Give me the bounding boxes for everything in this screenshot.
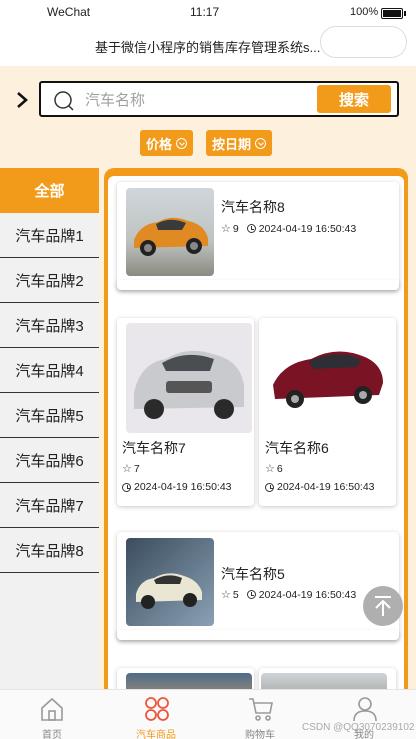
- product-stars: 6: [276, 462, 283, 475]
- search-row: 搜索: [0, 80, 416, 120]
- battery-percent: 100%: [350, 6, 379, 18]
- product-stars: 5: [232, 588, 239, 601]
- tab-cart[interactable]: 购物车: [208, 690, 312, 739]
- product-image: [126, 673, 252, 689]
- product-name: 汽车名称5: [221, 566, 285, 582]
- clock-icon: [246, 590, 256, 599]
- product-date: 2024-04-19 16:50:43: [258, 588, 357, 601]
- product-date-row: 2024-04-19 16:50:43: [122, 481, 232, 493]
- product-date: 2024-04-19 16:50:43: [134, 481, 232, 493]
- search-box: 搜索: [39, 81, 399, 117]
- clock-icon: [246, 224, 256, 233]
- product-stars-row: ☆ 6: [265, 462, 283, 476]
- tab-cart-label: 购物车: [245, 730, 275, 739]
- product-image: [126, 323, 252, 433]
- product-meta: ☆ 5 2024-04-19 16:50:43: [221, 588, 357, 602]
- products-icon: [145, 697, 169, 721]
- sidebar-item-brand2[interactable]: 汽车品牌2: [0, 258, 99, 303]
- star-icon: ☆: [265, 463, 275, 475]
- chevron-down-icon: [176, 137, 188, 149]
- back-to-top-button[interactable]: [363, 586, 403, 626]
- product-date: 2024-04-19 16:50:43: [277, 481, 375, 493]
- search-input[interactable]: [85, 89, 305, 111]
- product-stars: 9: [232, 222, 239, 235]
- carrier-label: WeChat: [47, 5, 91, 19]
- product-date: 2024-04-19 16:50:43: [258, 222, 357, 235]
- nav-bar: 基于微信小程序的销售库存管理系统s...: [0, 26, 416, 66]
- product-image: [261, 673, 387, 689]
- product-image: [261, 323, 387, 433]
- sidebar-item-brand6[interactable]: 汽车品牌6: [0, 438, 99, 483]
- sidebar-item-brand4[interactable]: 汽车品牌4: [0, 348, 99, 393]
- product-list: 汽车名称8 ☆ 9 2024-04-19 16:50:43 汽车名称7 ☆ 7 …: [108, 176, 404, 689]
- user-icon: [353, 697, 377, 722]
- product-stars: 7: [133, 462, 140, 475]
- page-title: 基于微信小程序的销售库存管理系统s...: [95, 40, 321, 55]
- watermark: CSDN @QQ3070239102: [302, 722, 415, 733]
- chevron-down-icon: [255, 137, 267, 149]
- star-icon: ☆: [221, 589, 231, 601]
- sort-date-label: 按日期: [212, 136, 252, 152]
- status-bar: WeChat 11:17 100%: [0, 0, 416, 26]
- product-name: 汽车名称6: [265, 440, 329, 456]
- sidebar-item-brand1[interactable]: 汽车品牌1: [0, 213, 99, 258]
- main-area: 搜索 价格 按日期 全部 汽车品牌1 汽车品牌2 汽车品牌3 汽车品牌4 汽车品…: [0, 66, 416, 689]
- sidebar-item-brand5[interactable]: 汽车品牌5: [0, 393, 99, 438]
- product-card[interactable]: 汽车名称6 ☆ 6 2024-04-19 16:50:43: [259, 318, 396, 506]
- product-name: 汽车名称8: [221, 199, 285, 215]
- tab-products-label: 汽车商品: [136, 730, 176, 739]
- tab-products[interactable]: 汽车商品: [104, 690, 208, 739]
- clock-icon: [122, 482, 131, 492]
- product-card[interactable]: [259, 668, 396, 689]
- card-footer: [117, 280, 399, 290]
- product-card[interactable]: 汽车名称7 ☆ 7 2024-04-19 16:50:43: [117, 318, 254, 506]
- sort-price-label: 价格: [146, 136, 173, 152]
- product-date-row: 2024-04-19 16:50:43: [265, 481, 375, 493]
- clock: 11:17: [190, 5, 220, 19]
- search-button[interactable]: 搜索: [317, 85, 391, 113]
- product-card[interactable]: 汽车名称5 ☆ 5 2024-04-19 16:50:43: [117, 532, 399, 640]
- card-footer: [117, 630, 399, 640]
- product-image: [126, 188, 214, 276]
- tab-home-label: 首页: [42, 730, 62, 739]
- sidebar-item-brand7[interactable]: 汽车品牌7: [0, 483, 99, 528]
- mini-program-capsule[interactable]: [320, 26, 407, 58]
- search-icon: [54, 91, 74, 111]
- product-meta: ☆ 9 2024-04-19 16:50:43: [221, 222, 357, 236]
- sidebar-item-brand3[interactable]: 汽车品牌3: [0, 303, 99, 348]
- home-icon: [41, 697, 63, 721]
- sort-date-button[interactable]: 按日期: [206, 130, 273, 156]
- product-card[interactable]: 汽车名称8 ☆ 9 2024-04-19 16:50:43: [117, 182, 399, 290]
- category-sidebar: 全部 汽车品牌1 汽车品牌2 汽车品牌3 汽车品牌4 汽车品牌5 汽车品牌6 汽…: [0, 168, 99, 689]
- sidebar-item-all[interactable]: 全部: [0, 168, 99, 213]
- star-icon: ☆: [221, 223, 231, 235]
- product-image: [126, 538, 214, 626]
- clock-icon: [265, 482, 274, 492]
- sort-row: 价格 按日期: [0, 130, 416, 158]
- product-name: 汽车名称7: [122, 440, 186, 456]
- arrow-up-icon: [375, 596, 391, 616]
- battery-icon: [381, 8, 406, 19]
- product-card[interactable]: [117, 668, 254, 689]
- star-icon: ☆: [122, 463, 132, 475]
- tab-home[interactable]: 首页: [0, 690, 104, 739]
- cart-icon: [249, 698, 273, 721]
- chevron-right-icon[interactable]: [14, 90, 30, 110]
- sidebar-item-brand8[interactable]: 汽车品牌8: [0, 528, 99, 573]
- sort-price-button[interactable]: 价格: [140, 130, 194, 156]
- product-stars-row: ☆ 7: [122, 462, 140, 476]
